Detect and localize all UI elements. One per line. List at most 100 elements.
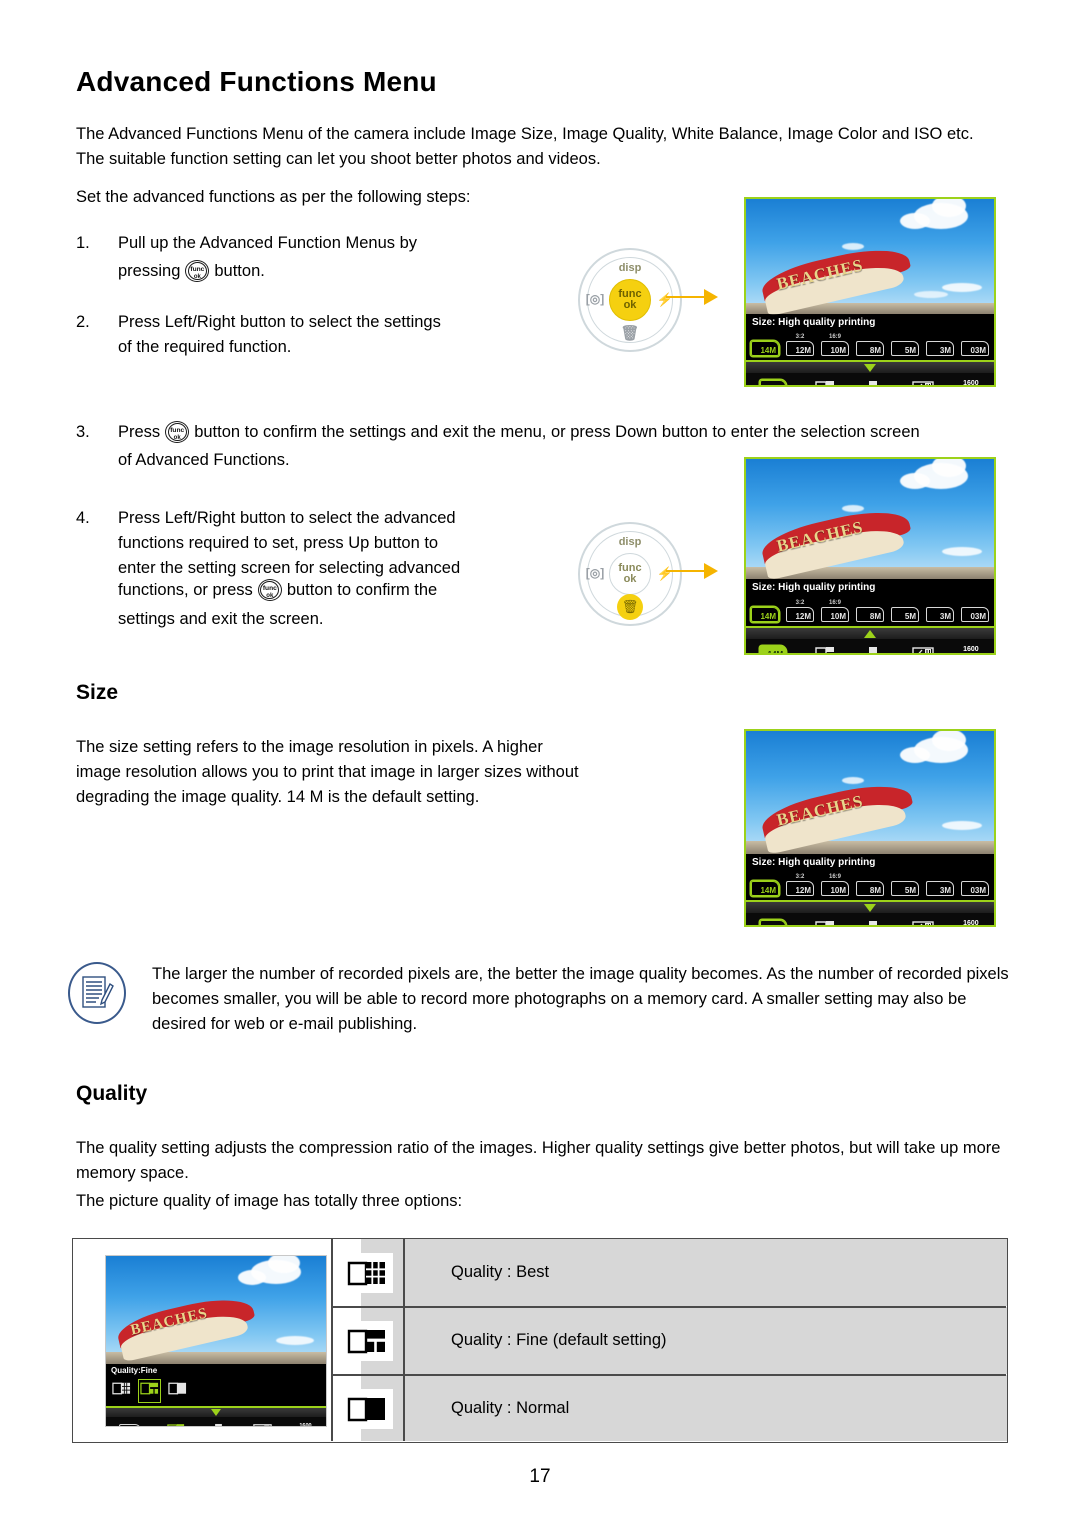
size-option-14m[interactable]: 14M (751, 606, 779, 622)
size-option-12m[interactable]: 3:2 12M (786, 600, 814, 622)
size-option-label: 8M (856, 881, 884, 896)
quality-option-normal[interactable] (168, 1381, 187, 1401)
size-option-label: 12M (786, 341, 814, 356)
tray-white-balance-icon[interactable] (863, 380, 883, 385)
chevron-down-icon[interactable] (864, 363, 876, 372)
size-option-14m[interactable]: 14M (751, 880, 779, 896)
dpad-macro-icon[interactable]: [◎] (584, 292, 606, 306)
lcd-size-options: 14M 3:2 12M 16:9 10M 8M 5M 3M 03M (746, 600, 994, 622)
size-option-03m[interactable]: 03M (961, 606, 989, 622)
size-option-03m[interactable]: 03M (961, 340, 989, 356)
dpad-macro-icon[interactable]: [◎] (584, 566, 606, 580)
func-label: func (262, 584, 277, 592)
quality-option-best[interactable] (112, 1381, 131, 1401)
tray-white-balance-icon[interactable] (210, 1423, 227, 1426)
page-title: Advanced Functions Menu (76, 66, 437, 97)
camera-lcd-size-menu-2: BEACHES Size: High quality printing 14M … (744, 457, 996, 655)
tray-image-color-icon[interactable] (911, 380, 934, 385)
lcd-photo: BEACHES (106, 1256, 326, 1364)
table-vline (331, 1239, 333, 1441)
tray-image-color-icon[interactable] (253, 1423, 272, 1426)
iso-label: ISO (961, 652, 980, 653)
tray-white-balance-icon[interactable] (863, 920, 883, 925)
note-text: The larger the number of recorded pixels… (152, 965, 1009, 1033)
step-3-rest-label: button to confirm the settings and exit … (194, 423, 920, 441)
dpad-trash-icon: 🗑 (621, 599, 639, 614)
chevron-down-icon[interactable] (211, 1408, 221, 1416)
size-option-3m[interactable]: 3M (926, 880, 954, 896)
tray-size-icon[interactable]: 5M (118, 1423, 141, 1426)
size-option-10m[interactable]: 16:9 10M (821, 334, 849, 356)
tray-image-color-icon[interactable] (911, 920, 934, 925)
quality-best-label: Quality : Best (451, 1263, 550, 1281)
size-option-8m[interactable]: 8M (856, 606, 884, 622)
quality-paragraph: The quality setting adjusts the compress… (76, 1139, 1001, 1182)
manual-page: Advanced Functions Menu The Advanced Fun… (0, 0, 1080, 1527)
tray-size-label: 14M (760, 646, 787, 653)
size-option-12m[interactable]: 3:2 12M (786, 334, 814, 356)
size-option-5m[interactable]: 5M (891, 880, 919, 896)
step-1-button-label: button. (214, 262, 265, 280)
tray-quality-icon[interactable] (814, 380, 835, 385)
size-option-label: 8M (856, 607, 884, 622)
lcd-osd-bar: Size: High quality printing 14M 3:2 12M … (746, 854, 994, 900)
tray-quality-icon[interactable] (814, 646, 835, 653)
size-option-label: 5M (891, 881, 919, 896)
size-option-10m[interactable]: 16:9 10M (821, 600, 849, 622)
quality-option-fine[interactable] (138, 1379, 161, 1403)
dpad-ok-label: ok (623, 573, 637, 585)
size-option-12m[interactable]: 3:2 12M (786, 874, 814, 896)
size-option-label: 3M (926, 607, 954, 622)
dpad-func-ok-button[interactable]: func ok (609, 553, 651, 595)
tray-iso-icon[interactable]: 1600 ISO (962, 379, 980, 387)
dpad-disp-label[interactable]: disp (578, 536, 682, 548)
dpad-func-ok-button[interactable]: func ok (609, 279, 651, 321)
step-2-line2: of the required function. (118, 338, 292, 356)
tray-image-color-icon[interactable] (911, 646, 934, 653)
dpad-disp-label[interactable]: disp (578, 262, 682, 274)
size-option-label: 12M (786, 607, 814, 622)
size-option-label: 03M (961, 607, 989, 622)
step-4-confirm-label: button to confirm the (286, 581, 438, 599)
size-option-ratio: 16:9 (828, 600, 841, 606)
camera-lcd-size-menu-3: BEACHES Size: High quality printing 14M … (744, 729, 996, 927)
quality-best-icon (341, 1253, 393, 1293)
size-option-label: 5M (891, 341, 919, 356)
size-option-5m[interactable]: 5M (891, 340, 919, 356)
table-hline (331, 1306, 1006, 1308)
chevron-up-icon[interactable] (864, 629, 876, 638)
tray-size-icon[interactable]: 14M (760, 380, 787, 385)
lcd-osd-title: Size: High quality printing (752, 857, 876, 868)
quality-fine-icon (341, 1321, 393, 1361)
lcd-function-tray: 14M (746, 639, 994, 654)
size-option-03m[interactable]: 03M (961, 880, 989, 896)
tray-quality-icon[interactable] (166, 1423, 185, 1426)
tray-size-icon[interactable]: 14M (760, 920, 787, 925)
lcd-photo: BEACHES (746, 459, 994, 581)
size-option-5m[interactable]: 5M (891, 606, 919, 622)
steps-lead: Set the advanced functions as per the fo… (76, 188, 471, 206)
tray-white-balance-icon[interactable] (863, 646, 883, 654)
step-4-number: 4. (76, 509, 90, 527)
tray-iso-icon[interactable]: 1600 ISO (961, 646, 980, 653)
tray-size-icon[interactable]: 14M (760, 646, 787, 653)
tray-quality-icon[interactable] (814, 920, 835, 925)
size-option-3m[interactable]: 3M (926, 340, 954, 356)
dpad-trash-button-highlighted[interactable]: 🗑 (617, 594, 643, 620)
chevron-down-icon[interactable] (864, 903, 876, 912)
step-3-line2: of Advanced Functions. (118, 451, 290, 469)
size-option-14m[interactable]: 14M (751, 340, 779, 356)
lcd-osd-bar: Size: High quality printing 14M 3:2 12M … (746, 314, 994, 360)
step-4-line5: settings and exit the screen. (118, 610, 324, 628)
size-option-8m[interactable]: 8M (856, 880, 884, 896)
flow-arrow-2 (666, 563, 720, 579)
tray-iso-icon[interactable]: 1600 ISO (298, 1423, 313, 1426)
size-option-label: 14M (751, 341, 779, 356)
iso-value: 1600 (963, 379, 979, 387)
size-option-3m[interactable]: 3M (926, 606, 954, 622)
dpad-trash-icon[interactable]: 🗑 (578, 324, 682, 342)
size-option-10m[interactable]: 16:9 10M (821, 874, 849, 896)
size-option-8m[interactable]: 8M (856, 340, 884, 356)
tray-iso-icon[interactable]: 1600 ISO (962, 920, 980, 926)
lcd-size-options: 14M 3:2 12M 16:9 10M 8M 5M 3M 03M (746, 874, 994, 896)
